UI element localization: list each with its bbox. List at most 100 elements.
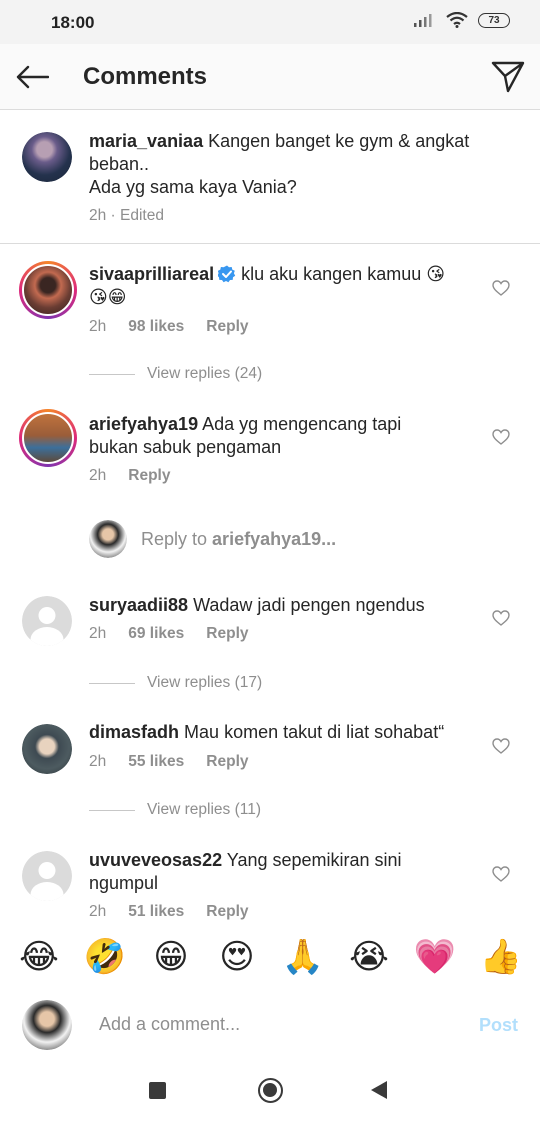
avatar[interactable] [22,132,72,182]
view-replies-button[interactable]: View replies (24) [89,365,262,383]
view-replies-button[interactable]: View replies (17) [89,674,262,692]
reply-button[interactable]: Reply [206,903,248,921]
avatar[interactable] [22,851,72,901]
likes-count[interactable]: 55 likes [128,753,184,771]
emoji-button[interactable]: 😭 [347,937,391,977]
comment-time: 2h [89,625,107,642]
reply-to-username: ariefyahya19... [212,528,337,549]
page-title: Comments [83,63,208,90]
view-replies-label: View replies (11) [147,801,262,818]
view-replies-button[interactable]: View replies (11) [89,801,261,819]
likes-count[interactable]: 51 likes [128,903,184,921]
avatar-image [22,1000,72,1050]
caption-username[interactable]: maria_vaniaa [89,131,203,151]
comment-text: sivaaprilliareal klu aku kangen kamuu 😘 … [89,263,489,309]
paper-plane-icon [491,61,525,93]
avatar [22,1000,72,1050]
view-replies-label: View replies (17) [147,674,263,691]
reply-button[interactable]: Reply [206,625,248,643]
comment-time: 2h [89,753,107,770]
emoji-button[interactable]: 💗 [413,937,457,977]
reply-to-prefix: Reply to [141,528,213,549]
reply-button[interactable]: Reply [128,467,170,485]
emoji-button[interactable]: 😍 [215,937,259,977]
comment-time: 2h [89,318,107,335]
likes-count[interactable]: 69 likes [128,625,184,643]
emoji-button[interactable]: 😂 [17,937,61,977]
comment-username[interactable]: dimasfadh [89,722,179,742]
comment-body: Ada yg mengencang tapi [202,414,402,434]
battery-icon: 73 [478,12,510,28]
comment-text: dimasfadh Mau komen takut di liat sohaba… [89,721,489,744]
emoji-bar: 😂 🤣 😁 😍 🙏 😭 💗 👍 [0,930,540,984]
comment-time: 2h [89,467,107,484]
divider [89,809,135,811]
caption-text: maria_vaniaa Kangen banget ke gym & angk… [89,130,489,199]
caption-body-line2: Ada yg sama kaya Vania? [89,177,297,197]
comment-username[interactable]: suryaadii88 [89,595,188,615]
avatar-image [22,724,72,774]
comment-body: Mau komen takut di liat sohabat“ [184,722,445,742]
reply-button[interactable]: Reply [206,753,248,771]
heart-icon[interactable] [492,610,510,626]
avatar[interactable] [22,724,72,774]
comment-body: klu aku kangen kamuu 😘 [241,264,445,284]
comment-meta: 2h 55 likes Reply [89,753,249,771]
direct-message-button[interactable] [490,59,526,95]
reply-button[interactable]: Reply [206,318,248,336]
default-avatar-icon [22,596,72,646]
back-button[interactable] [14,61,50,93]
post-button[interactable]: Post [479,1015,518,1036]
reply-to-input[interactable]: Reply to ariefyahya19... [89,520,336,558]
reply-to-placeholder: Reply to ariefyahya19... [141,529,336,550]
avatar [89,520,127,558]
likes-count[interactable]: 98 likes [128,318,184,336]
comment-meta: 2h 98 likes Reply [89,318,249,336]
verified-badge-icon [218,265,236,283]
avatar-image [22,264,74,316]
comment-input[interactable]: Add a comment... [99,1014,240,1035]
avatar-image [22,412,74,464]
divider [89,373,135,375]
status-bar: 18:00 73 [0,0,540,44]
avatar[interactable] [19,261,77,319]
heart-icon[interactable] [492,429,510,445]
status-icons: 73 [414,12,510,28]
comment-time: 2h [89,903,107,920]
comment-username[interactable]: ariefyahya19 [89,414,198,434]
comment-body: Yang sepemikiran sini [226,850,402,870]
comment-username[interactable]: sivaaprilliareal [89,264,214,284]
comment-body-line2: bukan sabuk pengaman [89,437,282,457]
default-avatar-icon [22,851,72,901]
avatar-image [22,132,72,182]
heart-icon[interactable] [492,866,510,882]
emoji-button[interactable]: 👍 [479,937,523,977]
comment-username[interactable]: uvuveveosas22 [89,850,222,870]
comment-text: suryaadii88 Wadaw jadi pengen ngendus [89,594,489,617]
home-icon[interactable] [258,1078,283,1103]
status-time: 18:00 [51,13,95,32]
comment-meta: 2h 69 likes Reply [89,625,249,643]
comment-body-line2: 😘😁 [89,287,127,307]
app-header: Comments [0,44,540,110]
back-triangle-icon[interactable] [371,1081,387,1099]
view-replies-label: View replies (24) [147,365,263,382]
signal-icon [414,14,432,27]
emoji-button[interactable]: 🤣 [83,937,127,977]
emoji-button[interactable]: 😁 [149,937,193,977]
comment-body: Wadaw jadi pengen ngendus [193,595,425,615]
comment-body-line2: ngumpul [89,873,159,893]
emoji-button[interactable]: 🙏 [281,937,325,977]
divider [89,682,135,684]
comment-text: ariefyahya19 Ada yg mengencang tapi buka… [89,413,489,459]
heart-icon[interactable] [492,280,510,296]
avatar[interactable] [22,596,72,646]
wifi-icon [446,12,468,28]
caption-meta: 2h · Edited [89,207,164,225]
avatar[interactable] [19,409,77,467]
battery-level: 73 [488,14,500,26]
arrow-left-icon [16,65,49,89]
heart-icon[interactable] [492,738,510,754]
system-nav-bar [0,1062,540,1123]
recents-icon[interactable] [149,1082,166,1099]
